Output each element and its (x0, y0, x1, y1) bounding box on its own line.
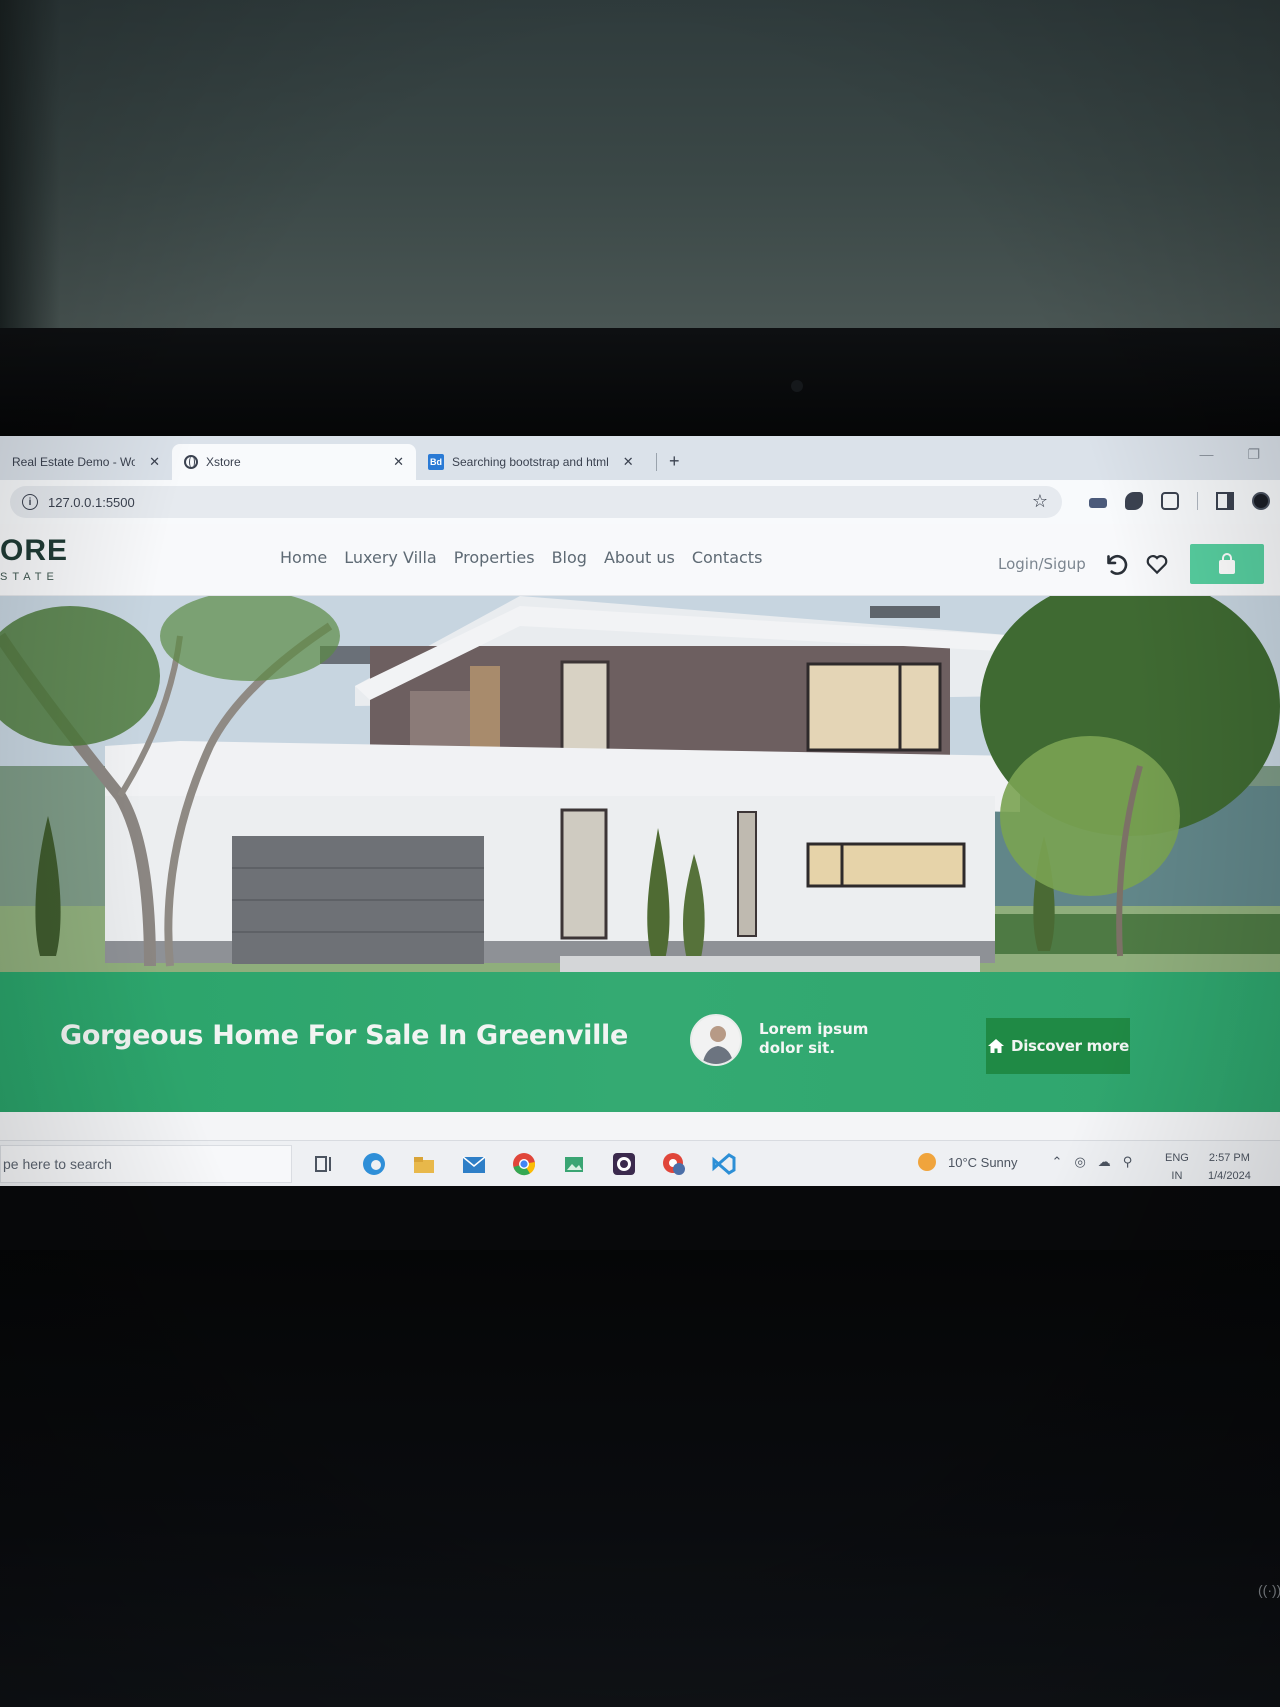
discover-more-button[interactable]: Discover more (986, 1018, 1130, 1074)
meet-now-icon[interactable]: ◎ (1074, 1154, 1085, 1170)
edge-browser-icon[interactable] (360, 1151, 388, 1177)
language-indicator[interactable]: ENG IN (1165, 1149, 1189, 1185)
taskbar-search-placeholder: pe here to search (3, 1156, 112, 1172)
taskbar-apps (310, 1151, 738, 1177)
taskbar-clock[interactable]: 2:57 PM 1/4/2024 (1208, 1149, 1251, 1185)
chrome-icon[interactable] (510, 1151, 538, 1177)
nav-contacts[interactable]: Contacts (692, 548, 763, 567)
screen-bottom-edge (0, 1186, 1280, 1250)
extensions-area (1089, 492, 1270, 510)
github-desktop-icon[interactable] (610, 1151, 638, 1177)
nav-home[interactable]: Home (280, 548, 327, 567)
wifi-sticker-icon: ((·)) (1258, 1582, 1280, 1598)
nav-properties[interactable]: Properties (454, 548, 535, 567)
discover-more-label: Discover more (1011, 1037, 1129, 1055)
nav-blog[interactable]: Blog (552, 548, 587, 567)
property-banner: Gorgeous Home For Sale In Greenville Lor… (0, 972, 1280, 1112)
agent-photo-icon (702, 1026, 734, 1064)
hero-image (0, 596, 1280, 972)
tab-title: Searching bootstrap and html (452, 455, 609, 469)
site-header: ORE STATE Home Luxery Villa Properties B… (0, 524, 1280, 596)
extension-icon[interactable] (1125, 492, 1143, 510)
login-signup-link[interactable]: Login/Sigup (998, 555, 1086, 573)
nav-luxery-villa[interactable]: Luxery Villa (344, 548, 436, 567)
site-logo-subtitle: STATE (0, 571, 59, 583)
clock-time: 2:57 PM (1208, 1152, 1250, 1164)
photos-icon[interactable] (560, 1151, 588, 1177)
toolbar-separator (1197, 492, 1198, 510)
browser-tab-real-estate-demo[interactable]: Real Estate Demo - Woo ✕ (0, 444, 172, 480)
extension-icon[interactable] (1089, 498, 1107, 508)
taskbar-search-box[interactable]: pe here to search (0, 1145, 292, 1183)
tab-title: Xstore (206, 455, 241, 469)
windows-taskbar: pe here to search 10°C Sunny ⌃ ◎ ☁ ⚲ ENG… (0, 1140, 1280, 1186)
agent-caption: Lorem ipsum dolor sit. (759, 1020, 869, 1057)
browser-toolbar: i 127.0.0.1:5500 ☆ (0, 480, 1280, 524)
new-tab-button[interactable]: + (657, 451, 692, 480)
file-explorer-icon[interactable] (410, 1151, 438, 1177)
onedrive-cloud-icon[interactable]: ☁ (1098, 1154, 1111, 1170)
vscode-icon[interactable] (710, 1151, 738, 1177)
page-bottom-area (0, 1112, 1280, 1140)
undo-icon[interactable] (1102, 551, 1128, 577)
minimize-icon[interactable]: — (1199, 446, 1213, 463)
browser-tab-xstore[interactable]: Xstore ✕ (172, 444, 416, 480)
nav-about-us[interactable]: About us (604, 548, 675, 567)
cart-button[interactable] (1189, 544, 1264, 584)
close-tab-icon[interactable]: ✕ (393, 454, 404, 470)
network-icon[interactable]: ⚲ (1123, 1154, 1133, 1170)
close-tab-icon[interactable]: ✕ (149, 454, 160, 470)
globe-icon (184, 455, 198, 469)
chevron-up-icon[interactable]: ⌃ (1052, 1154, 1063, 1170)
house-illustration (0, 596, 1280, 972)
chrome-profile-icon[interactable] (660, 1151, 688, 1177)
sunny-weather-icon (918, 1153, 936, 1171)
task-view-icon[interactable] (310, 1151, 338, 1177)
restore-icon[interactable]: ❐ (1247, 446, 1260, 463)
laptop-bezel-top (0, 328, 1280, 436)
background-wall (0, 0, 1280, 330)
clock-date: 1/4/2024 (1208, 1170, 1251, 1182)
language-code: ENG (1165, 1152, 1189, 1164)
site-info-icon[interactable]: i (22, 494, 38, 510)
close-tab-icon[interactable]: ✕ (623, 454, 634, 470)
extensions-puzzle-icon[interactable] (1161, 492, 1179, 510)
mail-icon[interactable] (460, 1151, 488, 1177)
address-bar[interactable]: i 127.0.0.1:5500 ☆ (10, 486, 1062, 518)
tab-title: Real Estate Demo - Woo (12, 455, 136, 469)
header-actions: Login/Sigup (998, 544, 1264, 584)
laptop-bezel-bottom (0, 1250, 1280, 1707)
side-panel-icon[interactable] (1216, 492, 1234, 510)
main-nav: Home Luxery Villa Properties Blog About … (280, 548, 762, 567)
browser-tab-bootstrap-search[interactable]: Bd Searching bootstrap and html ✕ (416, 444, 656, 480)
system-tray-weather[interactable]: 10°C Sunny ⌃ ◎ ☁ ⚲ (918, 1153, 1132, 1171)
home-icon (988, 1039, 1005, 1053)
url-text: 127.0.0.1:5500 (48, 494, 135, 510)
wall-shadow (0, 0, 60, 330)
browser-tab-strip: Real Estate Demo - Woo ✕ Xstore ✕ Bd Sea… (0, 436, 1280, 480)
laptop-screen: Real Estate Demo - Woo ✕ Xstore ✕ Bd Sea… (0, 436, 1280, 1250)
weather-text: 10°C Sunny (948, 1154, 1018, 1170)
shopping-bag-icon (1218, 553, 1235, 574)
site-logo[interactable]: ORE (0, 534, 68, 568)
avatar (690, 1014, 742, 1066)
bootstrap-icon: Bd (428, 454, 444, 470)
bookmark-star-icon[interactable]: ☆ (1032, 491, 1048, 512)
webcam (791, 380, 803, 392)
banner-title: Gorgeous Home For Sale In Greenville (60, 1020, 629, 1051)
profile-avatar-icon[interactable] (1252, 492, 1270, 510)
window-controls: — ❐ (1199, 446, 1260, 463)
language-region: IN (1171, 1170, 1183, 1182)
heart-icon[interactable] (1144, 551, 1170, 577)
